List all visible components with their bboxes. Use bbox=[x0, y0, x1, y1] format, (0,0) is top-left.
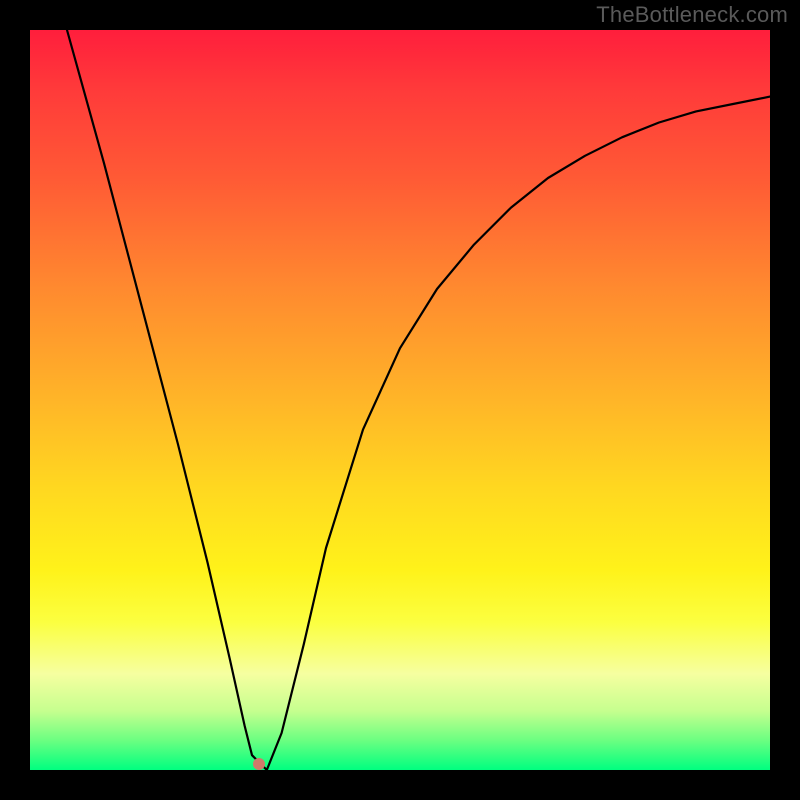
curve-path bbox=[67, 30, 770, 770]
chart-frame: TheBottleneck.com bbox=[0, 0, 800, 800]
bottleneck-curve bbox=[30, 30, 770, 770]
minimum-point-marker bbox=[253, 758, 265, 770]
plot-area bbox=[30, 30, 770, 770]
watermark-text: TheBottleneck.com bbox=[596, 2, 788, 28]
